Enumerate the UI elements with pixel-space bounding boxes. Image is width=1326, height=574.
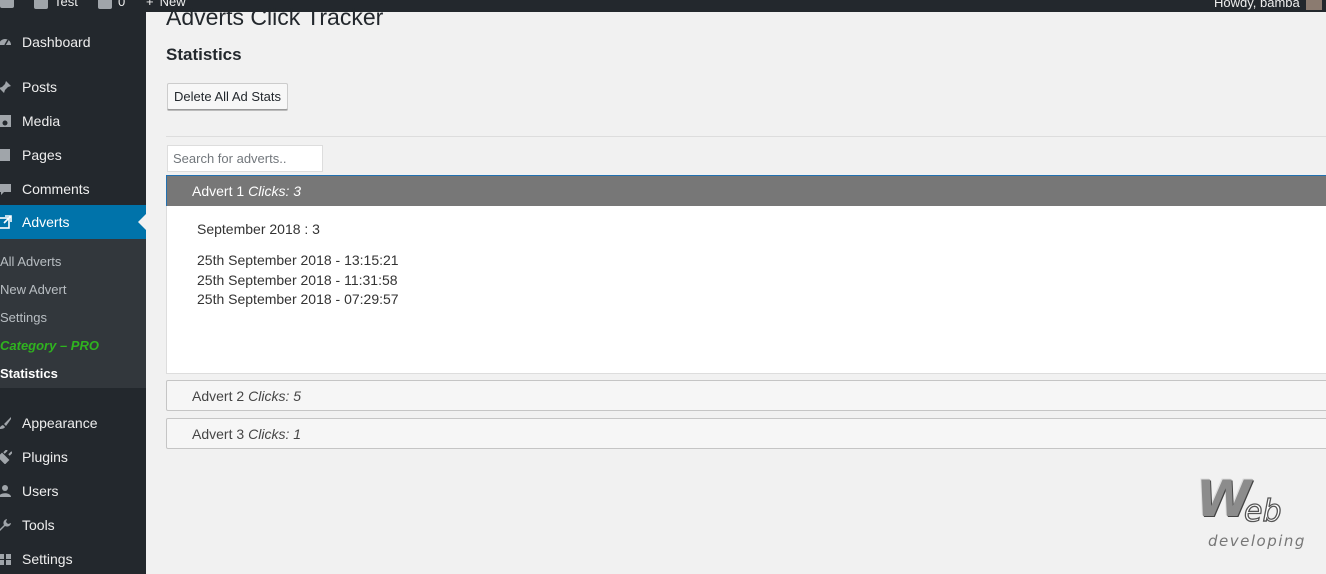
delete-all-stats-button[interactable]: Delete All Ad Stats [167, 83, 288, 110]
plus-icon: + [146, 0, 154, 9]
sidebar-item-label: Adverts [22, 214, 70, 230]
sidebar-item-dashboard[interactable]: Dashboard [0, 25, 146, 59]
dashboard-icon [0, 35, 12, 49]
pages-icon [0, 148, 12, 162]
sidebar-item-posts[interactable]: Posts [0, 70, 146, 104]
advert-clicks: Clicks: 3 [248, 183, 302, 199]
logo-letter-w: W [1196, 470, 1252, 528]
media-icon [0, 114, 12, 128]
sidebar-item-label: Settings [22, 551, 73, 567]
advert-name: Advert 1 [192, 183, 245, 199]
click-timestamp: 25th September 2018 - 07:29:57 [197, 291, 399, 307]
sidebar-item-adverts[interactable]: Adverts [0, 205, 146, 239]
logo-letters-eb: eb [1243, 494, 1282, 529]
advert-1-header[interactable]: Advert 1 Clicks: 3 [166, 175, 1326, 207]
sidebar-item-label: Media [22, 113, 61, 129]
my-account-menu[interactable]: Howdy, bamba [1214, 0, 1322, 10]
howdy-text: Howdy, bamba [1214, 0, 1300, 10]
comments-menu[interactable]: 0 [98, 0, 125, 9]
advert-name: Advert 3 [192, 425, 245, 442]
submenu-item-category-pro[interactable]: Category – PRO [0, 338, 99, 353]
submenu-item-settings[interactable]: Settings [0, 310, 47, 325]
sidebar-item-media[interactable]: Media [0, 104, 146, 138]
sidebar-item-tools[interactable]: Tools [0, 508, 146, 542]
submenu-item-new-advert[interactable]: New Advert [0, 282, 66, 297]
external-link-icon [0, 215, 12, 229]
page-title: Adverts Click Tracker [166, 4, 384, 30]
click-timestamp: 25th September 2018 - 13:15:21 [197, 252, 399, 268]
advert-2-header[interactable]: Advert 2 Clicks: 5 [166, 380, 1326, 411]
comments-count: 0 [118, 0, 126, 9]
web-developing-logo: W eb developing [1196, 474, 1308, 552]
search-adverts-input[interactable] [167, 145, 323, 172]
advert-1-panel: September 2018 : 3 25th September 2018 -… [166, 206, 1326, 374]
comments-icon [0, 182, 12, 196]
sidebar-item-users[interactable]: Users [0, 474, 146, 508]
sidebar-item-label: Dashboard [22, 34, 91, 50]
sidebar-item-label: Plugins [22, 449, 68, 465]
users-icon [0, 484, 12, 498]
advert-clicks: Clicks: 1 [248, 425, 302, 442]
advert-clicks: Clicks: 5 [248, 387, 302, 404]
sidebar-item-label: Posts [22, 79, 58, 95]
paintbrush-icon [0, 416, 12, 430]
adverts-submenu: All Adverts New Advert Settings Category… [0, 239, 146, 388]
home-icon [34, 0, 48, 9]
site-name: Test [54, 0, 78, 9]
sidebar-item-label: Users [22, 483, 59, 499]
admin-sidebar: Dashboard Posts Media Pages Comments Adv… [0, 12, 146, 574]
plugin-icon [0, 450, 12, 464]
pushpin-icon [0, 80, 12, 94]
wordpress-icon [0, 0, 14, 8]
comment-bubble-icon [98, 0, 112, 9]
wp-logo-menu[interactable] [0, 0, 14, 8]
sidebar-item-settings[interactable]: Settings [0, 542, 146, 574]
submenu-item-statistics[interactable]: Statistics [0, 366, 58, 381]
logo-subtitle: developing [1208, 532, 1306, 550]
sidebar-item-label: Comments [22, 181, 90, 197]
avatar [1305, 0, 1322, 10]
sidebar-item-label: Pages [22, 147, 62, 163]
sidebar-item-label: Tools [22, 517, 55, 533]
settings-icon [0, 552, 12, 566]
wrench-icon [0, 518, 12, 532]
sidebar-item-pages[interactable]: Pages [0, 138, 146, 172]
sidebar-item-appearance[interactable]: Appearance [0, 406, 146, 440]
sidebar-item-plugins[interactable]: Plugins [0, 440, 146, 474]
advert-3-header[interactable]: Advert 3 Clicks: 1 [166, 418, 1326, 449]
divider [166, 136, 1326, 137]
section-title: Statistics [166, 45, 242, 64]
site-name-menu[interactable]: Test [34, 0, 78, 9]
month-summary: September 2018 : 3 [197, 221, 320, 237]
submenu-item-all-adverts[interactable]: All Adverts [0, 254, 61, 269]
sidebar-item-label: Appearance [22, 415, 98, 431]
sidebar-item-comments[interactable]: Comments [0, 172, 146, 206]
click-timestamp: 25th September 2018 - 11:31:58 [197, 272, 398, 288]
advert-name: Advert 2 [192, 387, 245, 404]
